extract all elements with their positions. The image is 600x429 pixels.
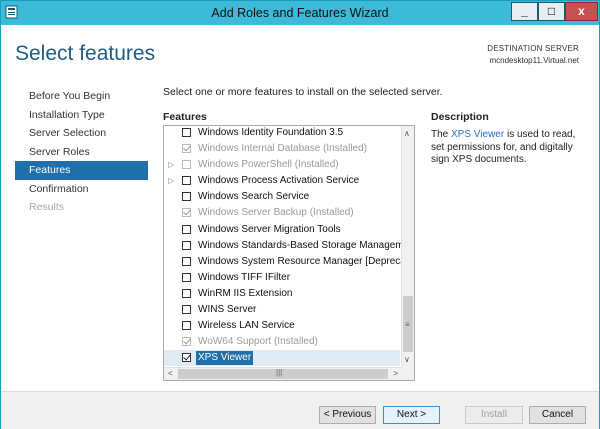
feature-checkbox[interactable]: [182, 353, 191, 363]
feature-checkbox[interactable]: [182, 192, 191, 202]
feature-label: Windows PowerShell (Installed): [198, 159, 339, 171]
feature-label: WoW64 Support (Installed): [198, 336, 318, 348]
horizontal-scrollbar[interactable]: < ||| >: [164, 367, 402, 380]
feature-checkbox: [182, 208, 191, 218]
feature-row[interactable]: WINS Server: [164, 302, 400, 318]
page-title: Select features: [15, 42, 156, 65]
feature-label: Windows Server Migration Tools: [198, 223, 341, 235]
nav-item-installation-type[interactable]: Installation Type: [15, 106, 148, 125]
feature-label: Windows Standards-Based Storage Manageme…: [198, 239, 415, 251]
feature-checkbox[interactable]: [182, 240, 191, 250]
feature-row[interactable]: Windows TIFF IFilter: [164, 270, 400, 286]
feature-label: WinRM IIS Extension: [198, 287, 293, 299]
minimize-icon: _: [521, 4, 528, 18]
expand-icon[interactable]: ▷: [168, 157, 176, 173]
feature-row[interactable]: Windows System Resource Manager [Depreca…: [164, 254, 414, 270]
cancel-button[interactable]: Cancel: [529, 406, 586, 424]
feature-row[interactable]: Windows Server Migration Tools: [164, 222, 400, 238]
feature-checkbox: [182, 160, 191, 170]
scroll-grip-h-icon: |||: [276, 368, 283, 377]
feature-checkbox[interactable]: [182, 288, 191, 298]
feature-label: XPS Viewer: [196, 351, 254, 366]
feature-row[interactable]: Windows Internal Database (Installed): [164, 141, 400, 157]
horizontal-scroll-thumb[interactable]: [178, 369, 388, 379]
feature-label: Windows Search Service: [198, 191, 310, 203]
feature-label: WINS Server: [198, 304, 257, 316]
feature-checkbox: [182, 337, 191, 347]
minimize-button[interactable]: _: [511, 2, 538, 21]
feature-row[interactable]: Windows Standards-Based Storage Manageme…: [164, 238, 414, 254]
feature-row[interactable]: Windows Identity Foundation 3.5: [164, 126, 400, 141]
wizard-window: Add Roles and Features Wizard _ □ x Sele…: [0, 0, 600, 429]
feature-row[interactable]: Windows Server Backup (Installed): [164, 205, 400, 221]
feature-checkbox[interactable]: [182, 128, 191, 137]
close-button[interactable]: x: [565, 2, 598, 21]
destination-server-value: mcndesktop11.Virtual.net: [489, 56, 579, 65]
feature-row[interactable]: WoW64 Support (Installed): [164, 334, 400, 350]
features-tree[interactable]: Windows Identity Foundation 3.5 Windows I…: [163, 125, 415, 381]
nav-item-before-you-begin[interactable]: Before You Begin: [15, 87, 148, 106]
nav-item-features[interactable]: Features: [15, 161, 148, 180]
feature-label: Windows Internal Database (Installed): [198, 143, 367, 155]
feature-label: Windows Process Activation Service: [198, 175, 360, 187]
description-text: The XPS Viewer is used to read, set perm…: [431, 129, 581, 167]
feature-row[interactable]: Windows Search Service: [164, 189, 400, 205]
destination-server-label: DESTINATION SERVER: [487, 44, 579, 53]
scroll-grip-icon: ≡: [405, 320, 410, 329]
wizard-footer: < Previous Next > Install Cancel: [1, 391, 599, 429]
nav-item-results: Results: [29, 201, 65, 213]
feature-checkbox[interactable]: [182, 321, 191, 331]
expand-icon[interactable]: ▷: [168, 173, 176, 189]
install-button: Install: [465, 406, 523, 424]
instruction-text: Select one or more features to install o…: [163, 86, 443, 98]
feature-checkbox[interactable]: [182, 176, 191, 186]
feature-label: Windows Server Backup (Installed): [198, 207, 354, 219]
feature-checkbox: [182, 144, 191, 154]
feature-row[interactable]: WinRM IIS Extension: [164, 286, 400, 302]
vertical-scrollbar[interactable]: ∧ ≡ ∨: [401, 126, 414, 367]
feature-list: Windows Identity Foundation 3.5 Windows I…: [164, 126, 414, 367]
feature-checkbox[interactable]: [182, 272, 191, 282]
feature-label: Windows System Resource Manager [Depreca…: [198, 255, 415, 267]
close-icon: x: [578, 4, 585, 18]
scroll-left-icon[interactable]: <: [168, 369, 173, 378]
feature-row[interactable]: ▷ Windows Process Activation Service: [164, 173, 400, 189]
scroll-corner: [401, 367, 414, 380]
window-title: Add Roles and Features Wizard: [211, 6, 389, 20]
features-heading: Features: [163, 111, 207, 123]
description-link[interactable]: XPS Viewer: [451, 129, 504, 140]
feature-checkbox[interactable]: [182, 256, 191, 266]
maximize-button[interactable]: □: [538, 2, 565, 21]
scroll-down-icon[interactable]: ∨: [404, 355, 410, 364]
nav-item-confirmation[interactable]: Confirmation: [15, 180, 148, 199]
feature-row[interactable]: XPS Viewer: [164, 350, 400, 367]
title-bar[interactable]: Add Roles and Features Wizard _ □ x: [1, 1, 599, 25]
previous-button[interactable]: < Previous: [319, 406, 376, 424]
nav-item-server-selection[interactable]: Server Selection: [15, 124, 148, 143]
feature-label: Windows TIFF IFilter: [198, 271, 291, 283]
feature-label: Windows Identity Foundation 3.5: [198, 127, 344, 138]
feature-label: Wireless LAN Service: [198, 320, 295, 332]
feature-checkbox[interactable]: [182, 305, 191, 315]
feature-checkbox[interactable]: [182, 224, 191, 234]
scroll-up-icon[interactable]: ∧: [404, 129, 410, 138]
feature-row[interactable]: Wireless LAN Service: [164, 318, 400, 334]
description-prefix: The: [431, 129, 452, 140]
nav-item-server-roles[interactable]: Server Roles: [15, 143, 148, 162]
maximize-icon: □: [547, 4, 556, 18]
next-button[interactable]: Next >: [383, 406, 440, 424]
feature-row[interactable]: ▷ Windows PowerShell (Installed): [164, 157, 400, 173]
scroll-right-icon[interactable]: >: [393, 369, 398, 378]
wizard-steps-nav: Before You Begin Installation Type Serve…: [15, 87, 148, 217]
description-heading: Description: [431, 111, 489, 123]
